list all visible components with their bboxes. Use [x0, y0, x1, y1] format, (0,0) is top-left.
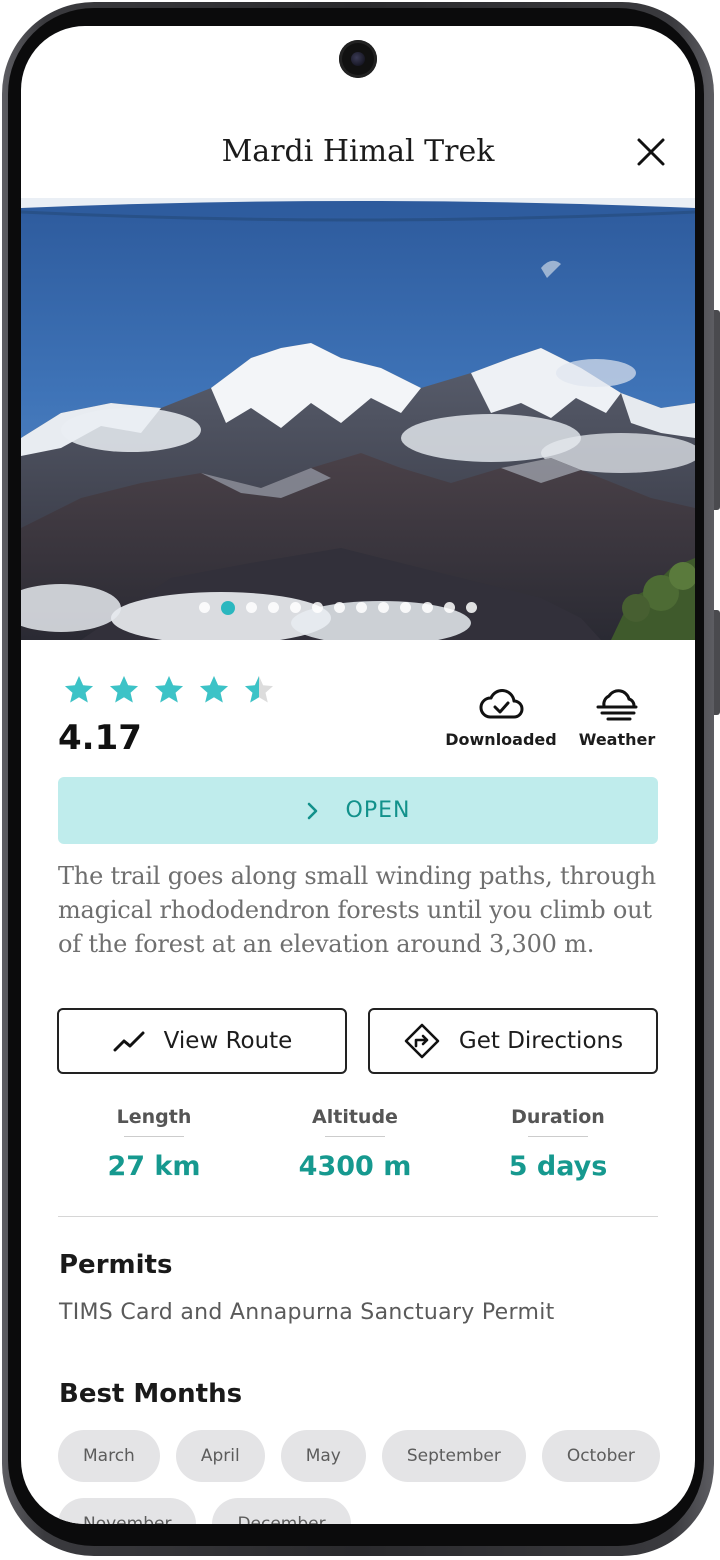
carousel-dot[interactable] [221, 600, 235, 615]
altitude-stat: Altitude 4300 m [255, 1106, 455, 1182]
carousel-dot[interactable] [290, 602, 301, 613]
carousel-dot[interactable] [312, 602, 323, 613]
length-label: Length [116, 1106, 192, 1128]
best-months-chips: March April May September October November Dec… [58, 1430, 678, 1524]
close-button[interactable] [633, 134, 669, 170]
duration-stat: Duration 5 days [458, 1106, 658, 1182]
best-months-heading: Best Months [59, 1379, 243, 1409]
weather-button[interactable]: Weather [575, 686, 659, 749]
month-chip[interactable]: December [212, 1498, 351, 1524]
view-route-label: View Route [163, 1028, 293, 1054]
altitude-label: Altitude [312, 1106, 398, 1128]
permits-text: TIMS Card and Annapurna Sanctuary Permit [59, 1300, 555, 1325]
carousel-dot[interactable] [466, 602, 477, 613]
close-icon [637, 138, 665, 166]
carousel-dot[interactable] [334, 602, 345, 613]
phone-frame: Mardi Himal Trek 4.17 Downloaded Weather… [0, 0, 720, 1560]
month-chip[interactable]: May [280, 1430, 366, 1482]
star-icon [155, 676, 183, 703]
month-chip[interactable]: April [175, 1430, 265, 1482]
downloaded-status[interactable]: Downloaded [441, 686, 561, 749]
carousel-indicator[interactable] [21, 600, 675, 615]
carousel-dot[interactable] [246, 602, 257, 613]
downloaded-label: Downloaded [445, 730, 557, 749]
star-icon [65, 676, 93, 703]
mountain-photo [21, 198, 695, 640]
get-directions-button[interactable]: Get Directions [368, 1008, 658, 1074]
cloud-check-icon [479, 689, 524, 719]
directions-sign-icon [404, 1023, 440, 1059]
open-button[interactable]: OPEN [58, 777, 658, 844]
weather-label: Weather [578, 730, 656, 749]
carousel-dot[interactable] [400, 602, 411, 613]
rating-stars [63, 674, 275, 706]
front-camera [339, 40, 377, 78]
altitude-value: 4300 m [298, 1151, 412, 1182]
hero-image-carousel[interactable] [21, 198, 695, 640]
month-chip[interactable]: October [541, 1430, 660, 1482]
carousel-dot[interactable] [378, 602, 389, 613]
month-chip[interactable]: November [58, 1498, 197, 1524]
get-directions-label: Get Directions [458, 1028, 624, 1054]
trek-description: The trail goes along small winding paths… [58, 862, 656, 958]
app-screen: Mardi Himal Trek 4.17 Downloaded Weather… [21, 26, 695, 1524]
carousel-dot[interactable] [199, 602, 210, 613]
carousel-dot[interactable] [356, 602, 367, 613]
volume-button [714, 310, 720, 510]
duration-value: 5 days [508, 1151, 608, 1182]
star-icon [110, 676, 138, 703]
carousel-dot[interactable] [444, 602, 455, 613]
carousel-dot[interactable] [268, 602, 279, 613]
month-chip[interactable]: September [381, 1430, 526, 1482]
fog-cloud-icon [596, 689, 638, 721]
page-title: Mardi Himal Trek [221, 134, 495, 169]
star-icon [200, 676, 228, 703]
view-route-button[interactable]: View Route [57, 1008, 347, 1074]
duration-underline [528, 1136, 588, 1137]
length-underline [124, 1136, 184, 1137]
rating-value: 4.17 [58, 718, 142, 758]
month-chip[interactable]: March [58, 1430, 160, 1482]
permits-heading: Permits [59, 1250, 173, 1280]
length-value: 27 km [107, 1151, 201, 1182]
carousel-dot[interactable] [422, 602, 433, 613]
altitude-underline [325, 1136, 385, 1137]
route-trend-icon [113, 1031, 145, 1052]
power-button [714, 610, 720, 715]
chevron-right-icon [306, 801, 320, 821]
star-icon [245, 676, 273, 703]
duration-label: Duration [511, 1106, 605, 1128]
open-button-label: OPEN [345, 798, 411, 823]
section-divider [58, 1216, 658, 1217]
length-stat: Length 27 km [54, 1106, 254, 1182]
